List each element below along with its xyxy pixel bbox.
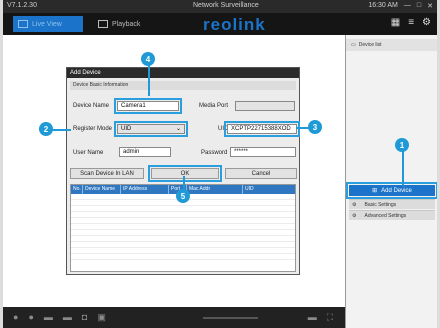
column-header: Device Name xyxy=(83,185,121,194)
callout-badge: 5 xyxy=(176,189,190,203)
sidebar-item-basic-settings[interactable]: ⚙ Basic Settings xyxy=(349,199,435,209)
media-port-input[interactable] xyxy=(235,101,295,111)
view-icons: ▬ ⛶ xyxy=(308,312,333,323)
callout-badge: 3 xyxy=(308,120,322,134)
film-icon xyxy=(98,20,108,28)
password-label: Password xyxy=(201,150,228,156)
callout-line xyxy=(402,150,404,186)
fullscreen-icon[interactable]: ▬ xyxy=(308,312,317,323)
sidebar-item-advanced-settings[interactable]: ⚙ Advanced Settings xyxy=(349,210,435,220)
playback-controls: ● ● ▬ ▬ ◘ ▣ ▬ ⛶ xyxy=(3,307,345,328)
column-header: UID xyxy=(245,186,254,192)
section-title: Device Basic Information xyxy=(70,81,296,90)
table-row[interactable] xyxy=(71,254,295,260)
password-input[interactable]: ****** xyxy=(230,147,296,157)
cancel-button[interactable]: Cancel xyxy=(225,168,297,179)
add-icon: ⊞ xyxy=(372,188,378,194)
column-header: No. xyxy=(71,185,83,194)
version-label: V7.1.2.30 xyxy=(7,2,37,9)
device-name-label: Device Name xyxy=(73,103,110,109)
column-header: IP Address xyxy=(121,185,169,194)
callout-line xyxy=(148,64,150,96)
settings-icon: ⚙ xyxy=(352,212,357,219)
app-window: V7.1.2.30 Network Surveillance 16:30 AM … xyxy=(3,0,437,328)
play-icon[interactable]: ● xyxy=(13,312,18,323)
tab-playback-label: Playback xyxy=(112,20,141,28)
callout-badge: 2 xyxy=(39,122,53,136)
scan-lan-button[interactable]: Scan Device In LAN xyxy=(70,168,144,179)
media-port-label: Media Port xyxy=(199,103,229,109)
status-time: 16:30 AM xyxy=(368,2,398,9)
register-mode-label: Register Mode xyxy=(73,126,113,132)
tab-live-label: Live View xyxy=(32,20,62,28)
device-list-header[interactable]: ▭ Device list xyxy=(346,39,437,51)
grid-icon[interactable]: ▬ xyxy=(44,312,53,323)
device-list-label: Device list xyxy=(358,42,382,48)
add-device-label: Add Device xyxy=(381,187,412,194)
window-controls: 16:30 AM — □ ✕ xyxy=(368,2,433,10)
sidebar: ▭ Device list ⊞ Add Device ⚙ Basic Setti… xyxy=(345,35,437,328)
register-mode-select[interactable]: UID ⌄ xyxy=(114,121,188,137)
stop-icon[interactable]: ● xyxy=(28,312,33,323)
callout-badge: 1 xyxy=(395,138,409,152)
tab-playback[interactable]: Playback xyxy=(93,16,153,32)
gear-icon[interactable]: ⚙ xyxy=(422,17,431,28)
close-icon[interactable]: ✕ xyxy=(427,2,433,10)
callout-badge: 4 xyxy=(141,52,155,66)
title-bar: V7.1.2.30 Network Surveillance 16:30 AM … xyxy=(3,0,437,13)
split-icon[interactable]: ▬ xyxy=(63,312,72,323)
window-title: Network Surveillance xyxy=(193,2,259,9)
control-icons: ● ● ▬ ▬ ◘ ▣ xyxy=(13,312,106,323)
expand-icon[interactable]: ⛶ xyxy=(327,312,333,323)
uid-input[interactable]: XCPTP22715388XOD xyxy=(224,121,300,137)
chevron-down-icon: ⌄ xyxy=(175,126,181,132)
callout-line xyxy=(51,129,71,131)
sidebar-item-label: Advanced Settings xyxy=(364,212,407,219)
device-name-input[interactable]: Camera1 xyxy=(114,98,182,114)
record-icon[interactable]: ▣ xyxy=(97,312,106,323)
add-device-button[interactable]: ⊞ Add Device xyxy=(346,182,437,199)
brand-logo: reolink xyxy=(203,15,266,34)
ok-button[interactable]: OK xyxy=(148,165,222,182)
settings-icon: ⚙ xyxy=(352,201,357,208)
toolbar-icons: ▦ ≡ ⚙ xyxy=(391,17,431,28)
minimize-icon[interactable]: — xyxy=(404,2,411,10)
menu-icon[interactable]: ≡ xyxy=(408,17,414,28)
list-icon: ▭ xyxy=(351,42,356,48)
tab-live-view[interactable]: Live View xyxy=(13,16,83,32)
sidebar-item-label: Basic Settings xyxy=(364,201,397,208)
camera-icon[interactable]: ◘ xyxy=(82,312,87,323)
register-mode-value: UID xyxy=(121,126,132,132)
layout-icon[interactable]: ▦ xyxy=(391,17,400,28)
user-name-input[interactable]: admin xyxy=(119,147,171,157)
volume-slider[interactable] xyxy=(203,317,258,319)
column-header: Mac Addr xyxy=(187,185,243,194)
user-name-label: User Name xyxy=(73,150,104,156)
add-device-dialog: Add Device Device Basic Information Devi… xyxy=(66,67,300,275)
monitor-icon xyxy=(18,20,28,28)
dialog-title: Add Device xyxy=(67,68,299,78)
maximize-icon[interactable]: □ xyxy=(417,2,421,10)
